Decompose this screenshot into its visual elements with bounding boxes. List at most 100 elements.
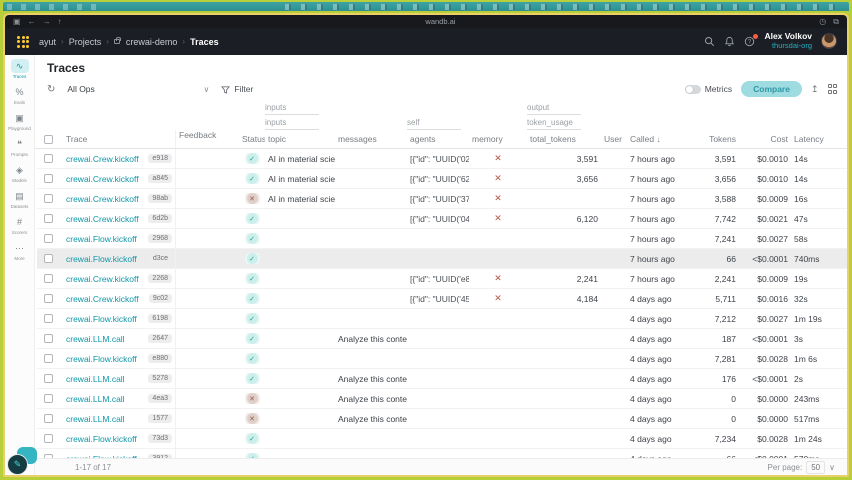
- help-icon[interactable]: ?: [744, 33, 759, 47]
- table-row[interactable]: crewai.Crew.kickoff 2268 ✓ [{"id": "UUID…: [37, 269, 847, 289]
- sidebar-item-more[interactable]: ⋯ More: [6, 241, 34, 262]
- table-row[interactable]: crewai.Crew.kickoff e918 ✓ AI in materia…: [37, 149, 847, 169]
- table-row[interactable]: crewai.Crew.kickoff a845 ✓ AI in materia…: [37, 169, 847, 189]
- filter-button[interactable]: Filter: [221, 84, 253, 94]
- table-row[interactable]: crewai.Flow.kickoff 73d3 ✓ 4 days ago 7,…: [37, 429, 847, 449]
- col-header-trace[interactable]: Trace: [63, 134, 175, 144]
- trace-link[interactable]: crewai.Crew.kickoff: [66, 194, 139, 204]
- row-checkbox[interactable]: [44, 314, 53, 323]
- wandb-logo-icon[interactable]: [17, 35, 29, 48]
- avatar[interactable]: [821, 33, 837, 50]
- col-header-user[interactable]: User: [601, 134, 627, 144]
- table-row[interactable]: crewai.Flow.kickoff 3912 ✓ 4 days ago 66…: [37, 449, 847, 458]
- row-checkbox[interactable]: [44, 274, 53, 283]
- export-icon[interactable]: ↥: [811, 84, 819, 95]
- col-header-called[interactable]: Called ↓: [627, 134, 689, 144]
- col-header-tokens[interactable]: Tokens: [689, 134, 739, 144]
- breadcrumb-projects[interactable]: Projects: [69, 37, 102, 47]
- col-header-memory[interactable]: memory: [469, 134, 527, 144]
- per-page-select[interactable]: 50: [806, 460, 826, 474]
- svg-text:?: ?: [748, 40, 752, 46]
- breadcrumb-project[interactable]: crewai-demo: [126, 37, 178, 47]
- col-header-messages[interactable]: messages: [335, 134, 407, 144]
- col-header-status[interactable]: Status: [239, 134, 265, 144]
- trace-link[interactable]: crewai.LLM.call: [66, 334, 125, 344]
- sidebar-item-evals[interactable]: % Evals: [6, 85, 34, 105]
- row-checkbox[interactable]: [44, 394, 53, 403]
- col-header-feedback[interactable]: Feedback: [175, 130, 239, 148]
- row-checkbox[interactable]: [44, 294, 53, 303]
- user-block[interactable]: Alex Volkov thursdai-org: [764, 32, 812, 50]
- row-checkbox[interactable]: [44, 354, 53, 363]
- per-page-chevron-icon[interactable]: ∨: [829, 463, 835, 472]
- trace-link[interactable]: crewai.Crew.kickoff: [66, 214, 139, 224]
- column-manager-icon[interactable]: [827, 84, 837, 94]
- memory-missing-icon: ✕: [494, 153, 502, 163]
- trace-link[interactable]: crewai.Crew.kickoff: [66, 274, 139, 284]
- search-icon[interactable]: [704, 36, 715, 47]
- table-row[interactable]: crewai.Flow.kickoff 2968 ✓ 7 hours ago 7…: [37, 229, 847, 249]
- table-row[interactable]: crewai.Flow.kickoff d3ce ✓ 7 hours ago 6…: [37, 249, 847, 269]
- sidebar-item-datasets[interactable]: ▤ Datasets: [6, 189, 34, 210]
- compare-button[interactable]: Compare: [741, 81, 802, 97]
- table-row[interactable]: crewai.Flow.kickoff e880 ✓ 4 days ago 7,…: [37, 349, 847, 369]
- trace-link[interactable]: crewai.Flow.kickoff: [66, 254, 137, 264]
- table-row[interactable]: crewai.LLM.call 1577 ✕ Analyze this cont…: [37, 409, 847, 429]
- table-row[interactable]: crewai.LLM.call 5278 ✓ Analyze this cont…: [37, 369, 847, 389]
- table-row[interactable]: crewai.Crew.kickoff 6d2b ✓ [{"id": "UUID…: [37, 209, 847, 229]
- col-header-cost[interactable]: Cost: [739, 134, 791, 144]
- select-all-checkbox[interactable]: [44, 134, 53, 144]
- share-icon[interactable]: ↑: [58, 17, 62, 26]
- metrics-toggle[interactable]: [684, 84, 701, 94]
- chat-widget[interactable]: ✎: [7, 447, 37, 475]
- trace-link[interactable]: crewai.LLM.call: [66, 414, 125, 424]
- refresh-icon[interactable]: ↻: [47, 84, 55, 95]
- ops-selector[interactable]: All Ops ∨: [63, 82, 213, 96]
- trace-link[interactable]: crewai.LLM.call: [66, 394, 125, 404]
- row-checkbox[interactable]: [44, 234, 53, 243]
- sidebar-toggle-icon[interactable]: ▣: [13, 17, 21, 26]
- row-checkbox[interactable]: [44, 174, 53, 183]
- trace-link[interactable]: crewai.Flow.kickoff: [66, 354, 137, 364]
- trace-link[interactable]: crewai.Crew.kickoff: [66, 154, 139, 164]
- col-header-topic[interactable]: topic: [265, 134, 335, 144]
- new-tab-icon[interactable]: ⧉: [833, 17, 839, 27]
- col-header-latency[interactable]: Latency: [791, 134, 835, 144]
- row-checkbox[interactable]: [44, 334, 53, 343]
- sidebar-item-models[interactable]: ◈ Models: [6, 163, 34, 184]
- table-row[interactable]: crewai.LLM.call 4ea3 ✕ Analyze this cont…: [37, 389, 847, 409]
- forward-icon[interactable]: →: [43, 17, 51, 26]
- menubar-status-icons[interactable]: [285, 3, 845, 10]
- table-row[interactable]: crewai.Flow.kickoff 6198 ✓ 4 days ago 7,…: [37, 309, 847, 329]
- trace-link[interactable]: crewai.Flow.kickoff: [66, 314, 137, 324]
- table-row[interactable]: crewai.Crew.kickoff 98ab ✕ AI in materia…: [37, 189, 847, 209]
- row-checkbox[interactable]: [44, 194, 53, 203]
- sidebar-item-traces[interactable]: ∿ Traces: [6, 59, 34, 79]
- col-header-agents[interactable]: agents: [407, 134, 469, 144]
- row-checkbox[interactable]: [44, 254, 53, 263]
- trace-link[interactable]: crewai.Flow.kickoff: [66, 234, 137, 244]
- sidebar-item-scorers[interactable]: # Scorers: [6, 215, 34, 235]
- trace-link[interactable]: crewai.LLM.call: [66, 374, 125, 384]
- row-checkbox[interactable]: [44, 214, 53, 223]
- table-row[interactable]: crewai.Crew.kickoff 9c02 ✓ [{"id": "UUID…: [37, 289, 847, 309]
- menubar-app-menus[interactable]: [7, 3, 97, 10]
- breadcrumb-page[interactable]: Traces: [190, 37, 219, 47]
- sidebar-item-playground[interactable]: ▣ Playground: [6, 111, 34, 132]
- trace-link[interactable]: crewai.Crew.kickoff: [66, 294, 139, 304]
- extension-icon[interactable]: ◷: [819, 17, 826, 26]
- breadcrumb-user[interactable]: ayut: [39, 37, 56, 47]
- row-checkbox[interactable]: [44, 374, 53, 383]
- url-bar[interactable]: wandb.ai: [69, 17, 813, 26]
- trace-link[interactable]: crewai.Crew.kickoff: [66, 174, 139, 184]
- table-row[interactable]: crewai.LLM.call 2647 ✓ Analyze this cont…: [37, 329, 847, 349]
- back-icon[interactable]: ←: [28, 17, 36, 26]
- sidebar-item-prompts[interactable]: ❝ Prompts: [6, 137, 34, 158]
- cell-cost: $0.0010: [757, 153, 788, 164]
- trace-link[interactable]: crewai.Flow.kickoff: [66, 434, 137, 444]
- notifications-bell-icon[interactable]: [724, 36, 735, 47]
- col-header-total-tokens[interactable]: total_tokens: [527, 134, 601, 144]
- row-checkbox[interactable]: [44, 154, 53, 163]
- row-checkbox[interactable]: [44, 414, 53, 423]
- row-checkbox[interactable]: [44, 434, 53, 443]
